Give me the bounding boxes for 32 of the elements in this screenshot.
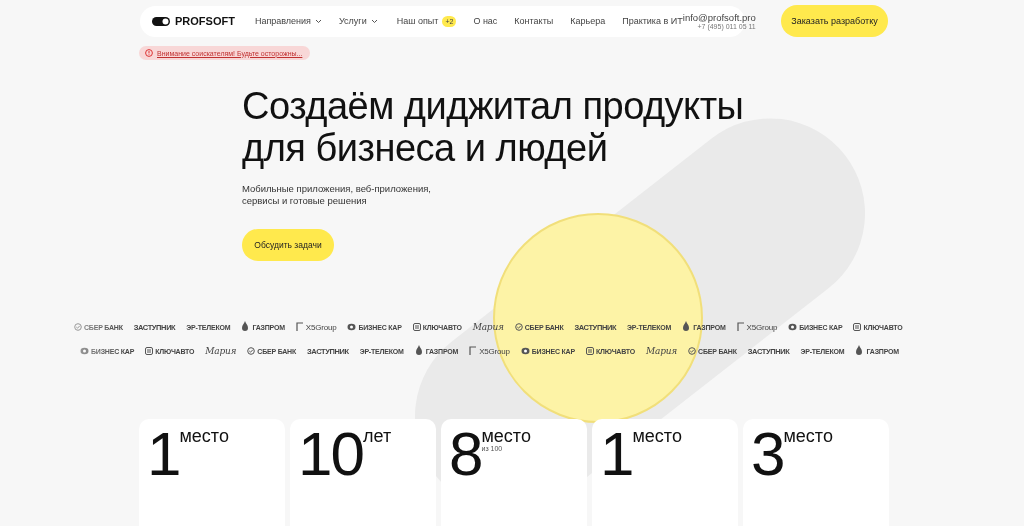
order-button[interactable]: Заказать разработку — [781, 5, 888, 37]
warning-icon — [145, 49, 153, 57]
nav-link[interactable]: Направления — [254, 16, 322, 26]
stat-number: 10 — [298, 421, 363, 487]
email-link[interactable]: info@profsoft.pro — [682, 12, 756, 23]
stat-unit: место — [632, 427, 682, 445]
discuss-button[interactable]: Обсудить задачи — [242, 229, 334, 261]
stat-number: 8 — [449, 421, 482, 487]
client-logo: X5Group — [736, 322, 778, 332]
nav-link[interactable]: Контакты — [514, 16, 554, 26]
stat-unit: место — [179, 427, 229, 445]
stat-unit: лет — [362, 427, 392, 445]
nav-link[interactable]: Услуги — [339, 16, 378, 26]
client-logo: X5Group — [295, 322, 337, 332]
chevron-icon — [315, 18, 322, 24]
logo-text: PROFSOFT — [175, 15, 235, 27]
stat-number: 3 — [751, 421, 784, 487]
hero-title: для бизнеса и людей — [242, 127, 609, 169]
hero-subtitle: сервисы и готовые решения — [242, 195, 368, 207]
nav-link[interactable]: Практика в ИТ — [622, 16, 683, 26]
client-logo: Мария — [645, 346, 678, 356]
chevron-icon — [370, 18, 378, 24]
stat-unit: место — [481, 427, 531, 445]
nav-link[interactable]: О нас — [473, 16, 498, 26]
stat-unit: место — [783, 427, 833, 445]
hero-subtitle: Мобильные приложения, веб-приложения, — [242, 183, 432, 195]
nav-link[interactable]: Карьера — [570, 16, 606, 26]
logo-icon — [152, 16, 170, 26]
stat-number: 1 — [147, 421, 180, 487]
client-logo: Мария — [205, 346, 237, 356]
stat-number: 1 — [600, 421, 633, 487]
hero-title: Создаём диджитал продукты — [242, 85, 745, 127]
